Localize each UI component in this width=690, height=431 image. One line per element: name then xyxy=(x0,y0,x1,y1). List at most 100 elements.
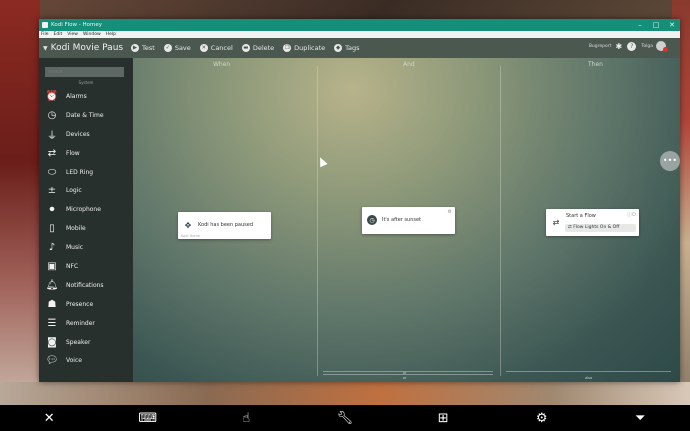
sidebar-item-mobile[interactable]: ▯ Mobile xyxy=(39,219,133,238)
cross-icon: ✕ xyxy=(199,44,208,52)
close-icon[interactable]: ✕ xyxy=(0,411,99,426)
flow-canvas: When And Then ✥ Kodi has been paused Kod… xyxy=(133,58,680,382)
help-icon[interactable]: ? xyxy=(627,41,637,51)
flow-icon: ⇄ xyxy=(47,147,57,159)
sidebar-item-label: Date & Time xyxy=(66,111,104,119)
clock-icon: ◷ xyxy=(47,109,57,121)
sidebar-item-label: NFC xyxy=(66,262,79,270)
mobile-icon: ▯ xyxy=(49,223,55,235)
then-footer-label: also xyxy=(585,376,593,380)
flow-select-field[interactable]: ⇄ Flow Lights On & Off xyxy=(565,224,636,232)
caret-down-icon[interactable]: ▼ xyxy=(43,45,48,52)
and-card[interactable]: ◷ It's after sunset ⚙ xyxy=(362,207,455,234)
sidebar-item-alarms[interactable]: ⏰ Alarms xyxy=(39,87,133,106)
sidebar-item-label: Logic xyxy=(66,187,82,195)
tags-button[interactable]: ◆ Tags xyxy=(334,44,360,52)
sidebar-item-music[interactable]: ♪ Music xyxy=(39,238,133,257)
more-options-button[interactable]: ••• xyxy=(660,151,680,171)
test-label: Test xyxy=(142,44,155,52)
flow-select-value: Flow Lights On & Off xyxy=(573,225,620,230)
sidebar-item-devices[interactable]: ⏚ Devices xyxy=(39,125,133,144)
plug-icon: ⏚ xyxy=(47,130,57,142)
and-card-text: It's after sunset xyxy=(382,217,422,223)
sidebar-item-microphone[interactable]: ⏺ Microphone xyxy=(39,200,133,219)
and-footer-label-a: or xyxy=(403,371,407,375)
cancel-button[interactable]: ✕ Cancel xyxy=(199,44,233,52)
sidebar-item-presence[interactable]: ☗ Presence xyxy=(39,295,133,314)
tag-icon: ◆ xyxy=(334,44,343,52)
sidebar-item-label: Music xyxy=(66,244,84,252)
sidebar-item-label: Devices xyxy=(66,130,90,138)
sidebar-item-label: Presence xyxy=(66,300,94,308)
trash-icon: ▬ xyxy=(241,44,250,52)
check-icon: ✓ xyxy=(163,44,172,52)
cancel-label: Cancel xyxy=(210,44,233,52)
close-button[interactable]: ✕ xyxy=(664,19,680,31)
kodi-icon: ✥ xyxy=(184,220,192,230)
alarm-clock-icon: ⏰ xyxy=(45,90,59,102)
sidebar-item-speaker[interactable]: ◙ Speaker xyxy=(39,333,133,352)
delete-button[interactable]: ▬ Delete xyxy=(241,44,274,52)
app-window: Kodi Flow - Homey – □ ✕ File Edit View W… xyxy=(39,19,680,382)
duplicate-button[interactable]: ❐ Duplicate xyxy=(283,44,325,52)
menu-file[interactable]: File xyxy=(41,32,49,37)
app-icon xyxy=(42,22,48,28)
card-settings-icon[interactable]: ⚙ xyxy=(448,209,452,215)
presence-icon: ☗ xyxy=(47,298,57,310)
led-ring-icon: ⬭ xyxy=(47,166,57,178)
nfc-icon: ▣ xyxy=(47,260,57,272)
menu-help[interactable]: Help xyxy=(106,32,116,37)
bugreport-label[interactable]: Bugreport xyxy=(589,44,612,49)
search-input[interactable] xyxy=(45,67,124,77)
menu-window[interactable]: Window xyxy=(83,32,101,37)
maximize-button[interactable]: □ xyxy=(648,19,664,31)
touch-icon[interactable]: ☝ xyxy=(197,411,296,426)
bug-icon[interactable]: ✱ xyxy=(614,42,623,51)
sidebar-item-led-ring[interactable]: ⬭ LED Ring xyxy=(39,163,133,182)
sidebar-item-label: Microphone xyxy=(66,206,101,214)
when-card-text: Kodi has been paused xyxy=(198,222,254,228)
sidebar-item-voice[interactable]: 💬︎ Voice xyxy=(39,351,133,370)
column-header-then: Then xyxy=(588,61,603,68)
when-card-sub: Kodi Home xyxy=(181,234,200,238)
sidebar-item-nfc[interactable]: ▣ NFC xyxy=(39,257,133,276)
duplicate-label: Duplicate xyxy=(294,44,326,52)
reminder-icon: ☰ xyxy=(47,317,57,329)
sidebar-item-label: Mobile xyxy=(66,225,86,233)
save-label: Save xyxy=(174,44,191,52)
sidebar-item-reminder[interactable]: ☰ Reminder xyxy=(39,314,133,333)
speech-bubble-icon: 💬︎ xyxy=(45,355,59,367)
column-divider xyxy=(317,66,318,376)
duplicate-icon: ❐ xyxy=(283,44,292,52)
sidebar: System ⏰ Alarms ◷ Date & Time ⏚ Devices ⇄ Fl… xyxy=(39,58,133,382)
then-card[interactable]: ⇄ Start a Flow ⓘ⏻ ⇄ Flow Lights On & Off xyxy=(546,209,639,236)
sidebar-item-notifications[interactable]: 🔔︎ Notifications xyxy=(39,276,133,295)
toolbar-right: Bugreport ✱ ? Tolga xyxy=(589,41,668,52)
minimize-button[interactable]: – xyxy=(632,19,648,31)
sidebar-item-flow[interactable]: ⇄ Flow xyxy=(39,144,133,163)
sidebar-item-logic[interactable]: ± Logic xyxy=(39,181,133,200)
taskbar: ✕ ⌨ ☝ 🔧︎ ⊞ ⚙ ⏷ xyxy=(0,405,690,431)
and-footer-lines xyxy=(323,371,493,377)
window-title: Kodi Flow - Homey xyxy=(51,22,102,28)
save-button[interactable]: ✓ Save xyxy=(163,44,191,52)
gear-icon[interactable]: ⚙ xyxy=(493,411,592,426)
keyboard-icon[interactable]: ⌨ xyxy=(99,411,198,426)
when-card[interactable]: ✥ Kodi has been paused Kodi Home xyxy=(178,212,271,239)
card-info-icon[interactable]: ⓘ⏻ xyxy=(627,211,636,218)
sidebar-item-label: Flow xyxy=(66,149,80,157)
wrench-icon[interactable]: 🔧︎ xyxy=(296,411,395,426)
tags-label: Tags xyxy=(345,44,360,52)
windows-icon[interactable]: ⊞ xyxy=(394,411,493,426)
sidebar-item-date-time[interactable]: ◷ Date & Time xyxy=(39,106,133,125)
dropdown-icon[interactable]: ⏷ xyxy=(591,411,690,426)
flow-title[interactable]: ▼ Kodi Movie Paus xyxy=(39,43,131,53)
menu-view[interactable]: View xyxy=(67,32,78,37)
test-button[interactable]: ▶ Test xyxy=(131,44,155,52)
play-icon: ▶ xyxy=(131,44,139,52)
wallpaper-left xyxy=(0,0,40,405)
menu-edit[interactable]: Edit xyxy=(54,32,63,37)
avatar[interactable] xyxy=(656,41,668,52)
flow-title-text: Kodi Movie Paus xyxy=(50,43,124,53)
user-name[interactable]: Tolga xyxy=(641,44,653,49)
